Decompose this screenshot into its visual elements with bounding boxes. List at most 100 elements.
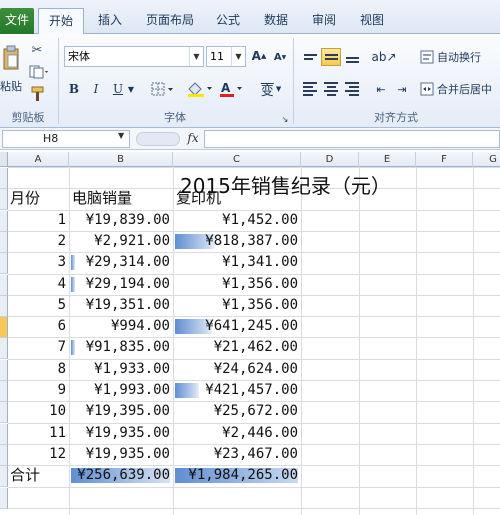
cell-month[interactable]: 7 — [10, 337, 66, 357]
copy-button[interactable] — [28, 64, 50, 80]
align-middle-button[interactable] — [321, 48, 341, 66]
row-header[interactable] — [0, 466, 8, 487]
cell-month[interactable]: 3 — [10, 252, 66, 272]
cell-copier-sales[interactable]: ¥818,387.00 — [174, 231, 298, 251]
insert-function-button[interactable]: fx — [182, 130, 204, 148]
orientation-button[interactable]: ab↗ — [371, 48, 396, 66]
align-right-button[interactable] — [342, 80, 362, 98]
cut-button[interactable]: ✂ — [28, 42, 46, 58]
cell-month[interactable]: 11 — [10, 423, 66, 443]
cell-pc-sales[interactable]: ¥19,839.00 — [70, 210, 170, 230]
cell-month[interactable]: 10 — [10, 401, 66, 421]
font-color-button[interactable]: A — [218, 79, 246, 99]
formula-bar-splitter[interactable] — [136, 132, 180, 146]
header-pc-sales[interactable]: 电脑销量 — [72, 188, 172, 208]
tab-view[interactable]: 视图 — [352, 8, 392, 34]
cell-pc-sales[interactable]: ¥2,921.00 — [70, 231, 170, 251]
cell-copier-sales[interactable]: ¥1,356.00 — [174, 274, 298, 294]
row-header[interactable] — [0, 445, 8, 466]
formula-input[interactable] — [204, 130, 500, 148]
chevron-down-icon[interactable]: ▼ — [231, 47, 245, 66]
font-dialog-launcher[interactable]: ↘ — [280, 114, 290, 124]
name-box[interactable]: H8 — [2, 130, 130, 148]
cell-copier-sales[interactable]: ¥21,462.00 — [174, 337, 298, 357]
row-header[interactable] — [0, 338, 8, 359]
cell-pc-sales[interactable]: ¥91,835.00 — [70, 337, 170, 357]
cell-month[interactable]: 6 — [10, 316, 66, 336]
row-header[interactable] — [0, 211, 8, 232]
column-header-c[interactable]: C — [173, 152, 301, 167]
row-header[interactable] — [0, 232, 8, 253]
wrap-text-button[interactable]: 自动换行 — [420, 47, 498, 67]
italic-button[interactable]: I — [88, 80, 104, 98]
phonetic-button[interactable]: 变 ▼ — [256, 79, 286, 99]
row-header[interactable] — [0, 275, 8, 296]
row-header[interactable] — [0, 360, 8, 381]
cell-copier-sales[interactable]: ¥421,457.00 — [174, 380, 298, 400]
format-painter-button[interactable] — [28, 86, 46, 102]
cell-pc-sales[interactable]: ¥1,933.00 — [70, 359, 170, 379]
row-header[interactable] — [0, 253, 8, 274]
cell-pc-sales[interactable]: ¥29,314.00 — [70, 252, 170, 272]
paste-button[interactable] — [0, 38, 22, 78]
cell-pc-sales[interactable]: ¥1,993.00 — [70, 380, 170, 400]
cell-pc-total[interactable]: ¥256,639.00 — [70, 465, 170, 485]
cell-pc-sales[interactable]: ¥19,935.00 — [70, 444, 170, 464]
cell-copier-sales[interactable]: ¥1,452.00 — [174, 210, 298, 230]
row-header[interactable] — [0, 317, 8, 338]
tab-insert[interactable]: 插入 — [88, 8, 132, 34]
shrink-font-button[interactable]: A ▼ — [272, 49, 288, 65]
cell-copier-sales[interactable]: ¥25,672.00 — [174, 401, 298, 421]
cell-copier-sales[interactable]: ¥23,467.00 — [174, 444, 298, 464]
cell-copier-sales[interactable]: ¥24,624.00 — [174, 359, 298, 379]
row-header[interactable] — [0, 381, 8, 402]
underline-button[interactable]: U — [110, 80, 126, 98]
row-header[interactable] — [0, 402, 8, 423]
row-header[interactable] — [0, 488, 8, 509]
cell-month[interactable]: 4 — [10, 274, 66, 294]
align-center-button[interactable] — [321, 80, 341, 98]
grow-font-button[interactable]: A ▲ — [251, 47, 267, 65]
cell-copier-total[interactable]: ¥1,984,265.00 — [174, 465, 298, 485]
font-size-combo[interactable]: 11 ▼ — [206, 46, 246, 67]
chevron-down-icon[interactable]: ▼ — [118, 131, 124, 140]
font-name-combo[interactable]: 宋体 ▼ — [64, 46, 204, 67]
tab-file[interactable]: 文件 — [0, 8, 34, 34]
cell-copier-sales[interactable]: ¥1,356.00 — [174, 295, 298, 315]
align-left-button[interactable] — [300, 80, 320, 98]
cell-pc-sales[interactable]: ¥19,935.00 — [70, 423, 170, 443]
column-header-d[interactable]: D — [301, 152, 359, 167]
bold-button[interactable]: B — [66, 80, 82, 98]
cell-month[interactable]: 5 — [10, 295, 66, 315]
column-header-a[interactable]: A — [8, 152, 69, 167]
tab-review[interactable]: 审阅 — [304, 8, 344, 34]
cell-pc-sales[interactable]: ¥19,395.00 — [70, 401, 170, 421]
row-header[interactable] — [0, 189, 8, 210]
cell-copier-sales[interactable]: ¥2,446.00 — [174, 423, 298, 443]
column-header-b[interactable]: B — [69, 152, 173, 167]
increase-indent-button[interactable]: ⇥ — [393, 80, 411, 98]
cell-month[interactable]: 2 — [10, 231, 66, 251]
header-month[interactable]: 月份 — [10, 188, 68, 208]
tab-data[interactable]: 数据 — [256, 8, 296, 34]
cell-month[interactable]: 1 — [10, 210, 66, 230]
cell-month[interactable]: 8 — [10, 359, 66, 379]
decrease-indent-button[interactable]: ⇤ — [372, 80, 390, 98]
cell-copier-sales[interactable]: ¥641,245.00 — [174, 316, 298, 336]
cell-pc-sales[interactable]: ¥19,351.00 — [70, 295, 170, 315]
column-header-e[interactable]: E — [359, 152, 416, 167]
underline-dropdown[interactable]: ▼ — [126, 80, 136, 98]
cell-pc-sales[interactable]: ¥994.00 — [70, 316, 170, 336]
tab-page-layout[interactable]: 页面布局 — [140, 8, 200, 34]
tab-formulas[interactable]: 公式 — [208, 8, 248, 34]
select-all-corner[interactable] — [0, 152, 8, 167]
cell-month[interactable]: 9 — [10, 380, 66, 400]
tab-home[interactable]: 开始 — [38, 8, 84, 35]
chevron-down-icon[interactable]: ▼ — [189, 47, 203, 66]
column-header-g[interactable]: G — [473, 152, 500, 167]
borders-button[interactable] — [150, 80, 176, 98]
fill-color-button[interactable] — [186, 79, 214, 99]
row-header[interactable] — [0, 168, 8, 189]
cell-copier-sales[interactable]: ¥1,341.00 — [174, 252, 298, 272]
cell-pc-sales[interactable]: ¥29,194.00 — [70, 274, 170, 294]
